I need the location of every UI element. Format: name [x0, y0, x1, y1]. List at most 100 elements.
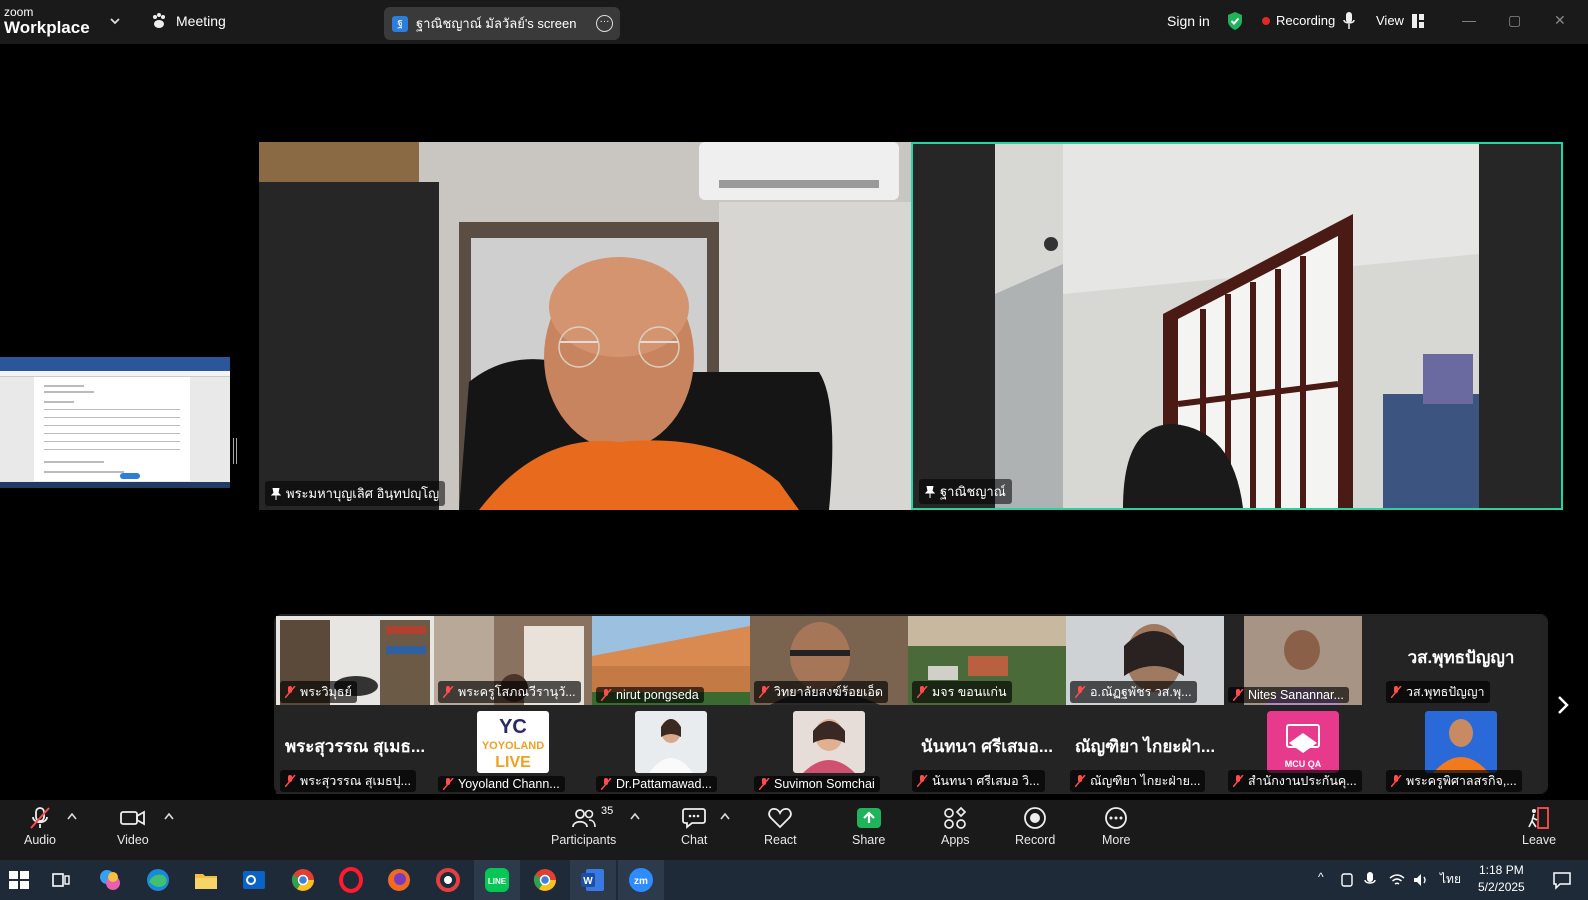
share-label: Share: [852, 833, 886, 847]
microphone-icon[interactable]: [1343, 11, 1355, 31]
taskbar-clock[interactable]: 1:18 PM 5/2/2025: [1478, 862, 1525, 896]
mic-muted-icon: [759, 778, 770, 790]
mic-muted-icon: [1233, 689, 1244, 701]
doc-taskbar: [0, 482, 230, 488]
mic-muted-icon: [443, 778, 454, 790]
windows-start-icon[interactable]: [6, 867, 32, 893]
gallery-tile[interactable]: วิทยาลัยสงฆ์ร้อยเอ็ด: [750, 616, 908, 705]
gallery-tile[interactable]: YC YOYOLAND LIVE Yoyoland Chann...: [434, 705, 592, 794]
leave-button[interactable]: Leave: [1522, 806, 1556, 847]
sign-in-link[interactable]: Sign in: [1167, 13, 1210, 29]
outlook-icon[interactable]: [241, 867, 267, 893]
mic-muted-icon: [285, 686, 296, 698]
audio-button[interactable]: Audio: [24, 806, 56, 847]
gallery-tile[interactable]: พระวิมุธย์: [276, 616, 434, 705]
tile-name: พระครูโสภณวีรานุวั...: [458, 685, 576, 699]
windows-taskbar: LINE W zm ^ ไทย: [0, 860, 1588, 900]
shared-screen-pill[interactable]: ฐ ฐาณิชญาณ์ มัลวัลย์'s screen ···: [384, 7, 620, 40]
more-dots-icon: [1105, 807, 1128, 829]
recording-indicator[interactable]: Recording: [1262, 13, 1335, 28]
word-icon[interactable]: W: [580, 867, 606, 893]
react-button[interactable]: React: [764, 806, 797, 847]
apps-button[interactable]: Apps: [941, 806, 970, 847]
resize-handle[interactable]: [233, 438, 237, 464]
usb-icon[interactable]: [1340, 872, 1354, 888]
gallery-tile[interactable]: Dr.Pattamawad...: [592, 705, 750, 794]
participant-video-main-2[interactable]: ฐาณิชญาณ์: [911, 142, 1563, 510]
tile-name-tag: อ.ณัฏฐพัชร วส.พุ...: [1070, 681, 1197, 703]
share-button[interactable]: Share: [852, 806, 885, 847]
zoom-window: zoom Workplace Meeting ฐ ฐาณิชญาณ์ มัลวั…: [0, 0, 1588, 900]
chevron-up-icon[interactable]: ^: [1318, 870, 1324, 884]
chevron-down-icon[interactable]: [108, 14, 122, 28]
chevron-up-icon[interactable]: [720, 812, 730, 820]
close-icon[interactable]: ✕: [1554, 12, 1566, 29]
task-view-icon[interactable]: [48, 867, 74, 893]
gallery-tile[interactable]: นันทนา ศรีเสมอ... นันทนา ศรีเสมอ วิ...: [908, 705, 1066, 794]
chrome-profile-icon[interactable]: [532, 867, 558, 893]
speaker-icon[interactable]: [1412, 872, 1430, 888]
line-app-icon[interactable]: LINE: [484, 867, 510, 893]
minimize-icon[interactable]: —: [1462, 12, 1476, 28]
gallery-tile[interactable]: Nites Sanannar...: [1224, 616, 1382, 705]
shield-check-icon[interactable]: [1226, 11, 1244, 31]
maximize-icon[interactable]: ▢: [1508, 12, 1521, 29]
gallery-tile[interactable]: วส.พุทธปัญญา วส.พุทธปัญญา: [1382, 616, 1540, 705]
opera-icon[interactable]: [338, 867, 364, 893]
tile-name-tag: พระวิมุธย์: [280, 681, 357, 703]
heart-icon: [768, 808, 793, 829]
microphone-icon[interactable]: [1364, 871, 1376, 889]
chrome-icon[interactable]: [290, 867, 316, 893]
record-button[interactable]: Record: [1015, 806, 1055, 847]
chevron-up-icon[interactable]: [67, 812, 77, 820]
chevron-up-icon[interactable]: [630, 812, 640, 820]
svg-text:LINE: LINE: [488, 877, 507, 886]
gallery-tile[interactable]: Suvimon Somchai: [750, 705, 908, 794]
gallery-tile[interactable]: พระครูพิศาลสรกิจ,...: [1382, 705, 1540, 794]
chevron-up-icon[interactable]: [164, 812, 174, 820]
record-label: Record: [1015, 833, 1056, 847]
zoom-app-icon[interactable]: zm: [628, 867, 654, 893]
shared-screen-thumbnail[interactable]: [0, 357, 230, 488]
participant-video-main-1[interactable]: พระมหาบุญเลิศ อินฺทปญฺโญ: [259, 142, 911, 510]
top-bar: zoom Workplace Meeting ฐ ฐาณิชญาณ์ มัลวั…: [0, 0, 1588, 44]
tile-name-tag: Yoyoland Chann...: [438, 776, 565, 792]
chat-icon: [682, 808, 707, 829]
view-menu[interactable]: View: [1376, 13, 1424, 28]
copilot-icon[interactable]: [97, 867, 123, 893]
screen-pill-label: ฐาณิชญาณ์ มัลวัลย์'s screen: [416, 16, 577, 31]
gallery-tile[interactable]: ณัญฑิยา ไกยะฝ่า... ณัญฑิยา ไกยะฝ่าย...: [1066, 705, 1224, 794]
video-feed-1: [259, 142, 911, 510]
apps-label: Apps: [941, 833, 970, 847]
gallery-tile[interactable]: พระครูโสภณวีรานุวั...: [434, 616, 592, 705]
participant-gallery-strip: พระวิมุธย์ พระครูโสภณวีรานุวั... nirut p…: [274, 614, 1548, 794]
mic-muted-icon: [443, 686, 454, 698]
meeting-menu[interactable]: Meeting: [150, 12, 226, 30]
tile-name: Dr.Pattamawad...: [616, 777, 712, 791]
input-language-indicator[interactable]: ไทย: [1440, 870, 1461, 889]
gallery-tile[interactable]: พระสุวรรณ สุเมธ... พระสุวรรณ สุเมธปุ...: [276, 705, 434, 794]
gallery-tile[interactable]: nirut pongseda: [592, 616, 750, 705]
participants-count-badge: 35: [601, 805, 614, 817]
tile-name-tag: นันทนา ศรีเสมอ วิ...: [912, 770, 1045, 792]
file-explorer-icon[interactable]: [193, 867, 219, 893]
leave-door-icon: [1528, 807, 1549, 829]
notification-icon[interactable]: [1552, 870, 1572, 890]
gallery-tile[interactable]: MCU QA สำนักงานประกันคุ...: [1224, 705, 1382, 794]
chat-button[interactable]: Chat: [681, 806, 707, 847]
tile-name-tag: สำนักงานประกันคุ...: [1228, 770, 1362, 792]
wifi-icon[interactable]: [1388, 872, 1406, 888]
video-button[interactable]: Video: [117, 806, 149, 847]
tile-name: ณัญฑิยา ไกยะฝ่าย...: [1090, 774, 1201, 788]
edge-browser-icon[interactable]: [145, 867, 171, 893]
more-button[interactable]: More: [1102, 806, 1130, 847]
view-label: View: [1376, 13, 1404, 28]
app-lifebuoy-icon[interactable]: [435, 867, 461, 893]
firefox-icon[interactable]: [386, 867, 412, 893]
svg-text:zm: zm: [634, 876, 648, 887]
gallery-tile[interactable]: มจร ขอนแก่น: [908, 616, 1066, 705]
chevron-right-icon[interactable]: [1556, 694, 1570, 716]
more-options-icon[interactable]: ···: [596, 15, 613, 32]
zoom-logo[interactable]: zoom Workplace: [4, 6, 90, 36]
gallery-tile[interactable]: อ.ณัฏฐพัชร วส.พุ...: [1066, 616, 1224, 705]
